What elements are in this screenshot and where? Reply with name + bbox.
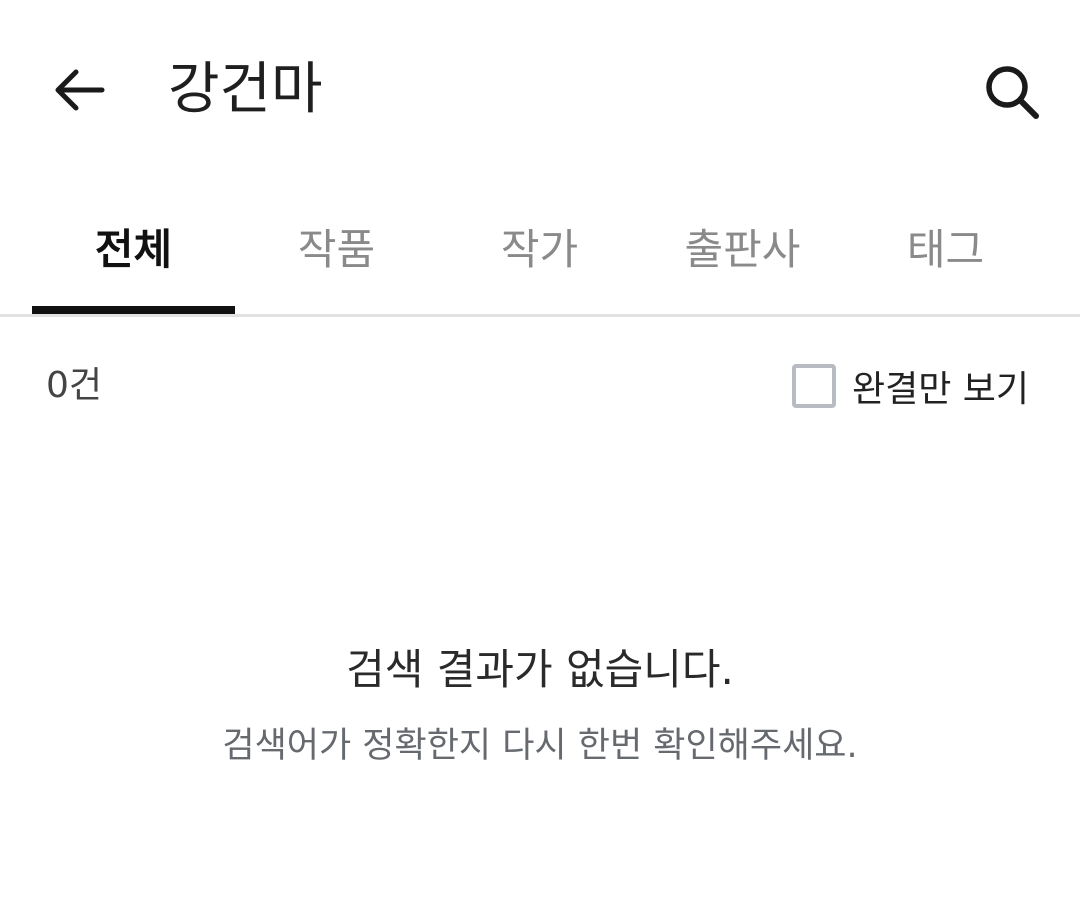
empty-state: 검색 결과가 없습니다. 검색어가 정확한지 다시 한번 확인해주세요. [0, 640, 1080, 770]
active-tab-indicator [32, 306, 235, 314]
tab-publishers[interactable]: 출판사 [641, 190, 844, 314]
tab-all[interactable]: 전체 [32, 190, 235, 314]
tab-works[interactable]: 작품 [235, 190, 438, 314]
complete-only-toggle[interactable]: 완결만 보기 [792, 360, 1029, 412]
tab-authors[interactable]: 작가 [438, 190, 641, 314]
tab-label: 전체 [94, 224, 173, 274]
back-button[interactable] [42, 58, 114, 122]
search-icon [986, 66, 1039, 119]
complete-only-label: 완결만 보기 [852, 369, 1030, 410]
tab-label: 작품 [297, 224, 376, 274]
category-tabs: 전체 작품 작가 출판사 태그 [32, 190, 1048, 314]
empty-state-title: 검색 결과가 없습니다. [346, 645, 734, 694]
tab-label: 작가 [500, 224, 579, 274]
app-header: 강건마 [0, 0, 1080, 180]
empty-state-description: 검색어가 정확한지 다시 한번 확인해주세요. [222, 726, 858, 766]
arrow-left-icon [55, 69, 105, 111]
tab-tags[interactable]: 태그 [844, 190, 1047, 314]
search-button[interactable] [972, 54, 1052, 130]
tabs-divider [0, 314, 1080, 317]
tab-label: 태그 [906, 224, 985, 274]
complete-only-checkbox[interactable] [792, 364, 836, 408]
tab-label: 출판사 [684, 224, 801, 274]
result-count: 0건 [46, 365, 103, 406]
page-title: 강건마 [168, 57, 323, 122]
